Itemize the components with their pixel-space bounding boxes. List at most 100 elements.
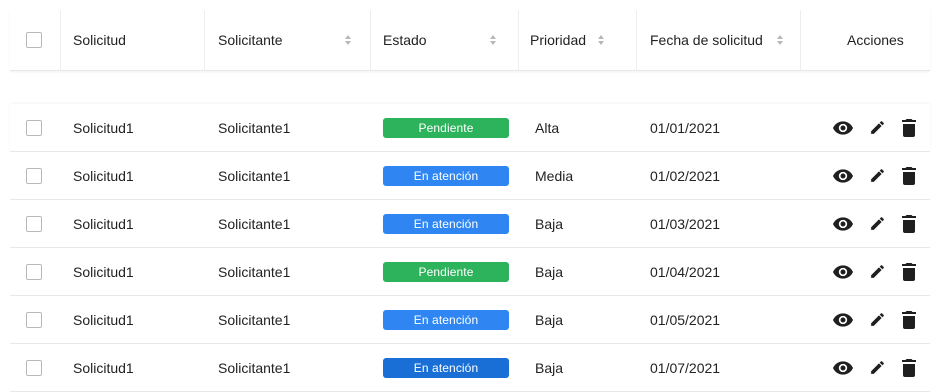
solicitante-value: Solicitante1 [218, 263, 291, 280]
actions-cell [833, 200, 916, 247]
actions-cell [833, 296, 916, 343]
row-checkbox[interactable] [26, 359, 42, 376]
prioridad-cell: Baja [535, 344, 563, 391]
table-body: Solicitud1 Solicitante1 Pendiente Alta 0… [10, 104, 930, 392]
header-acciones: Acciones [847, 10, 904, 70]
row-checkbox[interactable] [26, 311, 42, 328]
status-badge: En atención [383, 213, 509, 234]
sort-icon[interactable] [489, 35, 496, 45]
actions-cell [833, 104, 916, 151]
row-select-cell [26, 248, 42, 295]
estado-cell: Pendiente [383, 104, 509, 151]
row-select-cell [26, 200, 42, 247]
table-row[interactable]: Solicitud1 Solicitante1 En atención Medi… [10, 152, 930, 200]
table-row[interactable]: Solicitud1 Solicitante1 En atención Baja… [10, 296, 930, 344]
solicitante-value: Solicitante1 [218, 311, 291, 328]
header-solicitud[interactable]: Solicitud [73, 10, 126, 70]
solicitud-value: Solicitud1 [73, 263, 134, 280]
fecha-cell: 01/05/2021 [650, 296, 720, 343]
fecha-value: 01/01/2021 [650, 119, 721, 136]
prioridad-cell: Baja [535, 248, 563, 295]
table-row[interactable]: Solicitud1 Solicitante1 En atención Baja… [10, 344, 930, 392]
trash-icon[interactable] [902, 214, 916, 233]
status-badge: En atención [383, 165, 509, 186]
estado-cell: En atención [383, 200, 509, 247]
sort-icon[interactable] [598, 35, 605, 45]
eye-icon[interactable] [833, 264, 853, 279]
pencil-icon[interactable] [869, 311, 886, 328]
trash-icon[interactable] [902, 310, 916, 329]
fecha-value: 01/05/2021 [650, 311, 721, 328]
fecha-value: 01/02/2021 [650, 167, 721, 184]
sort-icon[interactable] [776, 35, 783, 45]
eye-icon[interactable] [833, 360, 853, 375]
trash-icon[interactable] [902, 358, 916, 377]
trash-icon[interactable] [902, 118, 916, 137]
column-divider [800, 10, 801, 70]
pencil-icon[interactable] [869, 119, 886, 136]
solicitante-cell: Solicitante1 [218, 152, 290, 199]
column-divider [60, 10, 61, 70]
trash-icon[interactable] [902, 166, 916, 185]
row-select-cell [26, 104, 42, 151]
prioridad-cell: Media [535, 152, 573, 199]
row-checkbox[interactable] [26, 215, 42, 232]
pencil-icon[interactable] [869, 215, 886, 232]
fecha-value: 01/03/2021 [650, 215, 721, 232]
status-badge: En atención [383, 357, 509, 378]
row-select-cell [26, 152, 42, 199]
column-divider [518, 10, 519, 70]
solicitante-value: Solicitante1 [218, 119, 291, 136]
pencil-icon[interactable] [869, 263, 886, 280]
estado-cell: En atención [383, 296, 509, 343]
prioridad-value: Baja [535, 215, 564, 232]
trash-icon[interactable] [902, 262, 916, 281]
solicitante-value: Solicitante1 [218, 359, 291, 376]
header-fecha[interactable]: Fecha de solicitud [650, 10, 783, 70]
prioridad-value: Baja [535, 311, 564, 328]
row-select-cell [26, 344, 42, 391]
eye-icon[interactable] [833, 168, 853, 183]
solicitante-value: Solicitante1 [218, 215, 291, 232]
pencil-icon[interactable] [869, 359, 886, 376]
table-header: Solicitud Solicitante Estado Prioridad F… [10, 10, 930, 71]
row-checkbox[interactable] [26, 167, 42, 184]
solicitante-cell: Solicitante1 [218, 344, 290, 391]
header-prioridad[interactable]: Prioridad [530, 10, 605, 70]
fecha-value: 01/04/2021 [650, 263, 721, 280]
prioridad-cell: Baja [535, 200, 563, 247]
solicitud-value: Solicitud1 [73, 359, 134, 376]
column-divider [204, 10, 205, 70]
solicitud-value: Solicitud1 [73, 311, 134, 328]
header-solicitante-label: Solicitante [218, 32, 283, 48]
prioridad-value: Alta [535, 119, 560, 136]
table-row[interactable]: Solicitud1 Solicitante1 Pendiente Alta 0… [10, 104, 930, 152]
eye-icon[interactable] [833, 312, 853, 327]
header-solicitante[interactable]: Solicitante [218, 10, 351, 70]
header-estado-label: Estado [383, 32, 427, 48]
table-row[interactable]: Solicitud1 Solicitante1 En atención Baja… [10, 200, 930, 248]
sort-icon[interactable] [344, 35, 351, 45]
eye-icon[interactable] [833, 120, 853, 135]
pencil-icon[interactable] [869, 167, 886, 184]
actions-cell [833, 344, 916, 391]
table-row[interactable]: Solicitud1 Solicitante1 Pendiente Baja 0… [10, 248, 930, 296]
estado-cell: En atención [383, 344, 509, 391]
solicitante-cell: Solicitante1 [218, 296, 290, 343]
row-checkbox[interactable] [26, 263, 42, 280]
actions-cell [833, 152, 916, 199]
fecha-cell: 01/07/2021 [650, 344, 720, 391]
select-all-checkbox[interactable] [26, 32, 42, 48]
actions-cell [833, 248, 916, 295]
fecha-cell: 01/03/2021 [650, 200, 720, 247]
eye-icon[interactable] [833, 216, 853, 231]
header-fecha-label: Fecha de solicitud [650, 32, 763, 48]
header-prioridad-label: Prioridad [530, 32, 587, 48]
header-estado[interactable]: Estado [383, 10, 496, 70]
solicitante-value: Solicitante1 [218, 167, 291, 184]
status-badge: Pendiente [383, 261, 509, 282]
solicitud-cell: Solicitud1 [73, 104, 134, 151]
fecha-cell: 01/04/2021 [650, 248, 720, 295]
solicitud-value: Solicitud1 [73, 119, 134, 136]
row-checkbox[interactable] [26, 119, 42, 136]
